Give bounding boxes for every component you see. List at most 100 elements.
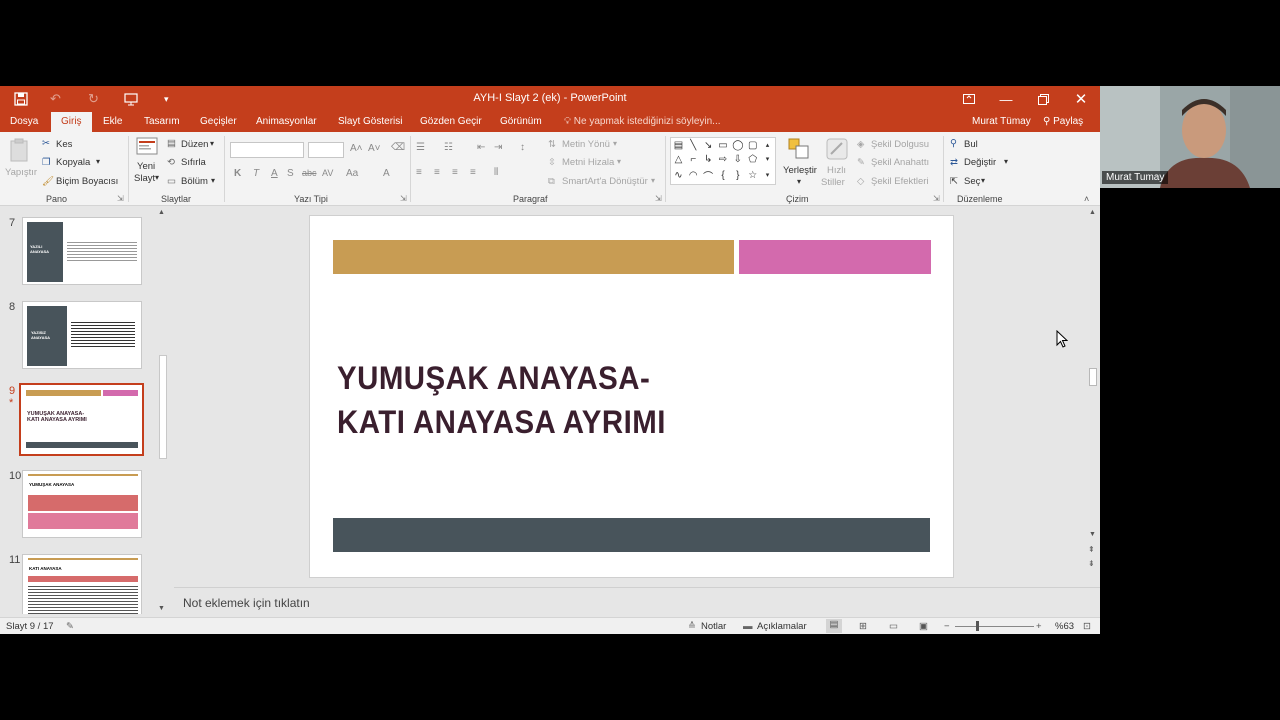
thumbnail-slide-10[interactable]: YUMUŞAK ANAYASA: [22, 470, 142, 538]
chevron-down-icon[interactable]: ▾: [797, 177, 801, 186]
copy-button[interactable]: Kopyala: [56, 157, 90, 168]
ribbon-display-options-icon[interactable]: [951, 86, 987, 112]
spell-check-icon[interactable]: ✎: [66, 621, 74, 632]
scrollbar-thumb[interactable]: [1089, 368, 1097, 386]
scroll-up-icon[interactable]: ▴: [766, 141, 770, 149]
scroll-up-icon[interactable]: ▲: [158, 209, 165, 216]
down-arrow-shape-icon[interactable]: ⇩: [734, 154, 742, 165]
tell-me-search[interactable]: 💡︎ Ne yapmak istediğinizi söyleyin...: [564, 112, 721, 132]
shape-effects-button[interactable]: Şekil Efektleri: [871, 176, 929, 187]
fit-to-window-icon[interactable]: ⊡: [1083, 621, 1091, 632]
new-slide-icon[interactable]: [136, 137, 158, 160]
character-spacing-button[interactable]: AV: [322, 168, 333, 178]
font-color-button[interactable]: A: [383, 168, 390, 179]
slideshow-view-icon[interactable]: ▣: [919, 621, 928, 632]
comments-button[interactable]: Açıklamalar: [757, 621, 807, 632]
decrease-indent-icon[interactable]: ⇤: [477, 142, 485, 153]
new-slide-label-2[interactable]: Slayt: [134, 173, 155, 184]
align-left-icon[interactable]: ≡: [416, 167, 422, 178]
dialog-launcher-icon[interactable]: ⇲: [117, 194, 124, 203]
text-direction-button[interactable]: Metin Yönü: [562, 139, 610, 150]
triangle-shape-icon[interactable]: △: [675, 154, 683, 165]
quick-styles-icon[interactable]: [826, 138, 848, 163]
tab-review[interactable]: Gözden Geçir: [420, 112, 482, 132]
shadow-button[interactable]: S: [287, 168, 294, 179]
account-name[interactable]: Murat Tümay: [972, 112, 1031, 132]
thumbnail-slide-9[interactable]: YUMUŞAK ANAYASA- KATI ANAYASA AYRIMI: [19, 383, 144, 456]
more-shapes-icon[interactable]: ▾: [766, 171, 770, 179]
arrange-button[interactable]: Yerleştir: [783, 165, 817, 176]
paste-button[interactable]: Yapıştır: [5, 167, 37, 178]
notes-pane[interactable]: Not eklemek için tıklatın: [174, 587, 1100, 617]
chevron-down-icon[interactable]: ▾: [617, 157, 621, 166]
dialog-launcher-icon[interactable]: ⇲: [400, 194, 407, 203]
right-arrow-shape-icon[interactable]: ⇨: [719, 154, 727, 165]
reading-view-icon[interactable]: ▭: [889, 621, 898, 632]
previous-slide-icon[interactable]: ⇞: [1088, 545, 1095, 554]
columns-icon[interactable]: ⫴: [494, 167, 498, 178]
slide-title[interactable]: YUMUŞAK ANAYASA- KATI ANAYASA AYRIMI: [337, 356, 705, 444]
paste-icon[interactable]: [8, 138, 32, 167]
bold-button[interactable]: K: [234, 168, 241, 179]
current-slide[interactable]: YUMUŞAK ANAYASA- KATI ANAYASA AYRIMI: [309, 215, 954, 578]
align-center-icon[interactable]: ≡: [434, 167, 440, 178]
oval-shape-icon[interactable]: ◯: [732, 140, 743, 151]
new-slide-label-1[interactable]: Yeni: [137, 161, 155, 172]
numbering-icon[interactable]: ☷: [444, 142, 453, 153]
chevron-down-icon[interactable]: ▾: [155, 173, 159, 182]
change-case-button[interactable]: Aa: [346, 168, 358, 179]
slide-sorter-icon[interactable]: ⊞: [859, 621, 867, 632]
curve-shape-icon[interactable]: ∿: [674, 170, 682, 181]
align-right-icon[interactable]: ≡: [452, 167, 458, 178]
normal-view-icon[interactable]: ▤: [826, 619, 842, 633]
reset-button[interactable]: Sıfırla: [181, 157, 206, 168]
chevron-down-icon[interactable]: ▾: [211, 176, 215, 185]
clear-formatting-icon[interactable]: ⌫: [391, 142, 405, 153]
elbow-arrow-shape-icon[interactable]: ↳: [704, 154, 712, 165]
elbow-connector-shape-icon[interactable]: ⌐: [690, 154, 696, 165]
zoom-slider-thumb[interactable]: [976, 621, 979, 631]
pentagon-shape-icon[interactable]: ⬠: [748, 154, 757, 165]
quick-styles-label-2[interactable]: Stiller: [821, 177, 845, 188]
shapes-gallery[interactable]: ▤ ╲ ↘ ▭ ◯ ▢ ▴ △ ⌐ ↳ ⇨ ⇩ ⬠ ▾ ∿ ◠ ⌒ { } ☆: [670, 137, 776, 185]
zoom-slider-track[interactable]: [955, 626, 1034, 627]
tab-insert[interactable]: Ekle: [103, 112, 122, 132]
tab-slideshow[interactable]: Slayt Gösterisi: [338, 112, 402, 132]
tab-design[interactable]: Tasarım: [144, 112, 180, 132]
tab-home[interactable]: Giriş: [51, 112, 92, 132]
bullets-icon[interactable]: ☰: [416, 142, 425, 153]
font-size-combo[interactable]: [308, 142, 344, 158]
dialog-launcher-icon[interactable]: ⇲: [655, 194, 662, 203]
freeform-shape-icon[interactable]: ⌒: [703, 168, 713, 183]
justify-icon[interactable]: ≡: [470, 167, 476, 178]
chevron-down-icon[interactable]: ▾: [1004, 157, 1008, 166]
smartart-button[interactable]: SmartArt'a Dönüştür: [562, 176, 648, 187]
font-name-combo[interactable]: [230, 142, 304, 158]
tab-file[interactable]: Dosya: [10, 112, 38, 132]
find-button[interactable]: Bul: [964, 139, 978, 150]
arrow-line-shape-icon[interactable]: ↘: [704, 140, 712, 151]
shape-fill-button[interactable]: Şekil Dolgusu: [871, 139, 929, 150]
scroll-down-icon[interactable]: ▼: [158, 605, 165, 612]
share-button[interactable]: ⚲ Paylaş: [1043, 112, 1083, 132]
increase-indent-icon[interactable]: ⇥: [494, 142, 502, 153]
replace-button[interactable]: Değiştir: [964, 157, 996, 168]
tab-animations[interactable]: Animasyonlar: [256, 112, 317, 132]
thumbnail-slide-11[interactable]: KATI ANAYASA: [22, 554, 142, 614]
layout-button[interactable]: Düzen: [181, 139, 208, 150]
quick-styles-label-1[interactable]: Hızlı: [827, 165, 846, 176]
right-brace-shape-icon[interactable]: }: [736, 170, 739, 181]
arc-shape-icon[interactable]: ◠: [689, 170, 698, 181]
scroll-up-icon[interactable]: ▲: [1089, 209, 1096, 216]
chevron-down-icon[interactable]: ▾: [210, 139, 214, 148]
chevron-down-icon[interactable]: ▾: [651, 176, 655, 185]
left-brace-shape-icon[interactable]: {: [721, 170, 724, 181]
line-shape-icon[interactable]: ╲: [690, 140, 696, 151]
thumbnail-slide-8[interactable]: YAZISIZ ANAYASA: [22, 301, 142, 369]
slide-scrollbar[interactable]: ▲ ▼ ⇞ ⇟: [1087, 207, 1099, 581]
thumbnail-scrollbar[interactable]: ▲ ▼: [158, 209, 168, 614]
minimize-icon[interactable]: —: [988, 86, 1024, 112]
cut-button[interactable]: Kes: [56, 139, 72, 150]
select-button[interactable]: Seç: [964, 176, 980, 187]
rounded-rectangle-shape-icon[interactable]: ▢: [748, 140, 757, 151]
